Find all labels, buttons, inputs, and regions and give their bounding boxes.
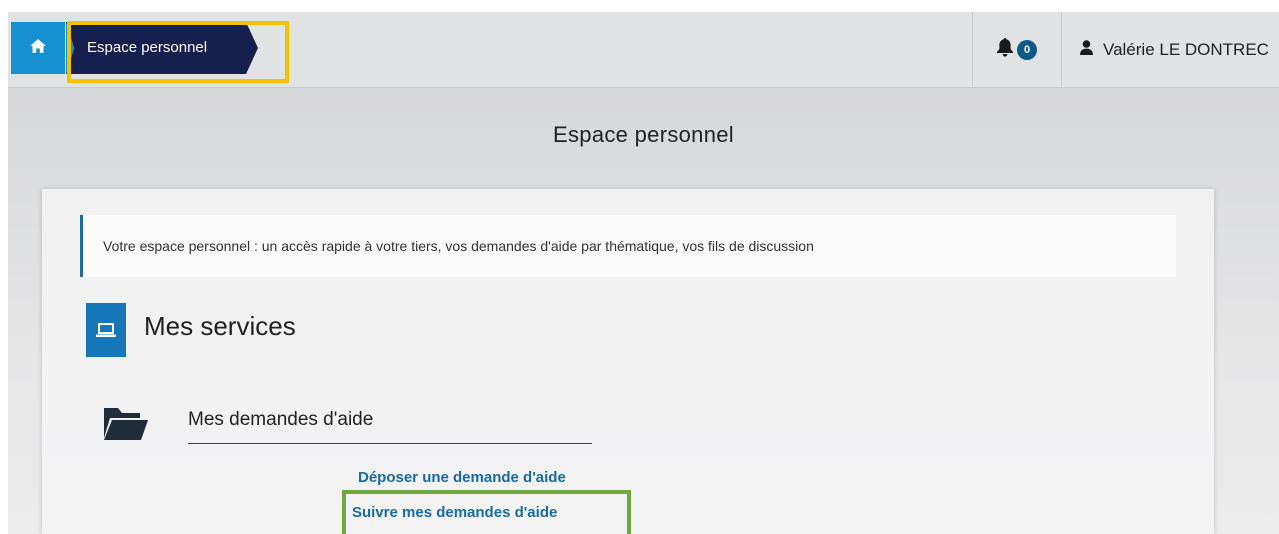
app-frame: Espace personnel 0 Valérie LE DONTREC Es… — [8, 12, 1279, 534]
main-card: Votre espace personnel : un accès rapide… — [42, 189, 1214, 534]
folder-open-icon — [104, 404, 148, 445]
laptop-icon — [86, 303, 126, 357]
breadcrumb-espace-personnel[interactable]: Espace personnel — [66, 22, 258, 74]
home-button[interactable] — [11, 22, 65, 74]
breadcrumb-label: Espace personnel — [87, 39, 208, 56]
notification-count-badge: 0 — [1017, 40, 1037, 60]
deposer-demande-link[interactable]: Déposer une demande d'aide — [358, 469, 566, 486]
notifications-button[interactable]: 0 — [972, 12, 1060, 88]
page-title: Espace personnel — [553, 122, 734, 147]
home-icon — [30, 38, 46, 58]
user-menu[interactable]: Valérie LE DONTREC — [1061, 12, 1279, 88]
demandes-section-title: Mes demandes d'aide — [188, 409, 592, 444]
user-icon — [1080, 40, 1093, 60]
info-banner: Votre espace personnel : un accès rapide… — [80, 215, 1176, 277]
services-section-title: Mes services — [144, 311, 296, 341]
user-name: Valérie LE DONTREC — [1103, 40, 1269, 59]
top-bar: Espace personnel 0 Valérie LE DONTREC — [8, 12, 1279, 88]
suivre-demandes-link[interactable]: Suivre mes demandes d'aide — [352, 504, 557, 521]
bell-icon — [996, 38, 1014, 62]
